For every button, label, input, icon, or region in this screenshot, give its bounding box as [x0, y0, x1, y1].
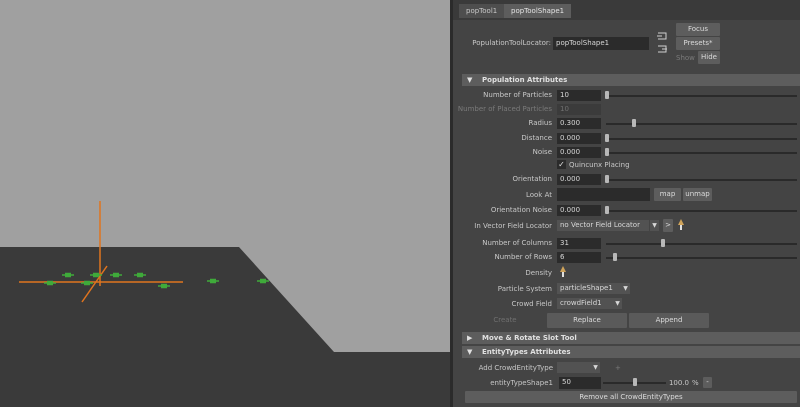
num-columns-slider[interactable] [606, 243, 797, 245]
orientation-noise-slider[interactable] [606, 210, 797, 212]
add-entity-type-dropdown[interactable] [557, 362, 591, 373]
look-at-label: Look At [525, 191, 552, 199]
vector-field-dropdown[interactable]: no Vector Field Locator [557, 220, 649, 231]
attribute-editor: popTool1 popToolShape1 PopulationToolLoc… [453, 0, 800, 407]
noise-slider[interactable] [606, 152, 797, 154]
map-button[interactable]: map [654, 188, 681, 201]
look-at-field[interactable] [557, 188, 650, 201]
append-button[interactable]: Append [629, 313, 709, 328]
remove-all-entity-types-button[interactable]: Remove all CrowdEntityTypes [465, 391, 797, 403]
replace-button[interactable]: Replace [547, 313, 627, 328]
orientation-handle[interactable] [605, 175, 609, 183]
section-title: Population Attributes [482, 76, 568, 84]
num-particles-field[interactable]: 10 [557, 90, 601, 101]
section-title: EntityTypes Attributes [482, 348, 571, 356]
locator-name-field[interactable]: popToolShape1 [553, 37, 649, 50]
entity-type-shape-field[interactable]: 50 [559, 377, 601, 389]
collapse-triangle-icon: ▼ [467, 348, 473, 356]
quincunx-label: Quincunx Placing [569, 161, 630, 169]
add-entity-type-plus[interactable]: + [615, 364, 621, 372]
orientation-field[interactable]: 0.000 [557, 174, 601, 185]
arrow-out-icon[interactable] [657, 45, 667, 53]
ground-plane [0, 247, 450, 407]
particle-system-dropdown[interactable]: particleShape1 [557, 283, 621, 294]
num-rows-field[interactable]: 6 [557, 252, 601, 263]
orientation-label: Orientation [512, 175, 552, 183]
chevron-down-icon[interactable]: ▼ [591, 362, 600, 373]
num-columns-field[interactable]: 31 [557, 238, 601, 249]
num-placed-field: 10 [557, 104, 601, 115]
chevron-down-icon[interactable]: ▼ [613, 298, 622, 309]
distance-slider[interactable] [606, 138, 797, 140]
focus-button[interactable]: Focus [676, 23, 720, 36]
crowd-field-label: Crowd Field [511, 300, 552, 308]
orientation-slider[interactable] [606, 179, 797, 181]
locator-label: PopulationToolLocator: [472, 39, 551, 47]
tab-poptoolshape1[interactable]: popToolShape1 [504, 4, 572, 18]
distance-label: Distance [521, 134, 552, 142]
quincunx-checkbox[interactable]: ✓ [557, 160, 566, 169]
hide-button[interactable]: Hide [698, 51, 720, 64]
section-move-rotate[interactable]: ▶ Move & Rotate Slot Tool [462, 332, 800, 344]
viewport-3d[interactable] [0, 0, 450, 407]
noise-label: Noise [532, 148, 552, 156]
num-rows-label: Number of Rows [494, 253, 552, 261]
chevron-down-icon[interactable]: ▼ [650, 220, 659, 231]
arrow-in-icon[interactable] [657, 32, 667, 40]
create-button: Create [465, 314, 545, 327]
remove-entity-type-button[interactable]: - [703, 377, 712, 388]
vector-field-label: In Vector Field Locator [474, 222, 552, 230]
collapse-triangle-icon: ▼ [467, 76, 473, 84]
num-particles-slider[interactable] [606, 95, 797, 97]
expand-triangle-icon: ▶ [467, 334, 473, 342]
crowd-field-dropdown[interactable]: crowdField1 [557, 298, 613, 309]
presets-button[interactable]: Presets* [676, 37, 720, 50]
add-entity-type-label: Add CrowdEntityType [478, 364, 553, 372]
tab-bar: popTool1 popToolShape1 [453, 0, 800, 20]
particle-system-label: Particle System [497, 285, 552, 293]
num-columns-handle[interactable] [661, 239, 665, 247]
num-rows-slider[interactable] [606, 257, 797, 259]
show-button[interactable]: Show [676, 54, 696, 62]
radius-handle[interactable] [632, 119, 636, 127]
section-title: Move & Rotate Slot Tool [482, 334, 577, 342]
section-entity-types[interactable]: ▼ EntityTypes Attributes [462, 346, 800, 358]
chevron-down-icon[interactable]: ▼ [621, 283, 630, 294]
entity-type-shape-label: entityTypeShape1 [490, 379, 553, 387]
vector-field-more-button[interactable]: > [663, 219, 673, 232]
distance-field[interactable]: 0.000 [557, 133, 601, 144]
radius-label: Radius [528, 119, 552, 127]
num-particles-label: Number of Particles [483, 91, 552, 99]
entity-type-percent-value: 100.0 [668, 379, 689, 387]
num-particles-handle[interactable] [605, 91, 609, 99]
distance-handle[interactable] [605, 134, 609, 142]
num-placed-label: Number of Placed Particles [457, 105, 552, 113]
entity-type-percent-unit: % [692, 379, 699, 387]
unmap-button[interactable]: unmap [683, 188, 712, 201]
num-columns-label: Number of Columns [482, 239, 552, 247]
orientation-noise-label: Orientation Noise [490, 206, 552, 214]
noise-field[interactable]: 0.000 [557, 147, 601, 158]
radius-field[interactable]: 0.300 [557, 118, 601, 129]
paint-brush-icon[interactable] [676, 219, 686, 231]
orientation-noise-field[interactable]: 0.000 [557, 205, 601, 216]
paint-brush-icon[interactable] [558, 266, 568, 278]
orientation-noise-handle[interactable] [605, 206, 609, 214]
viewport-scene [0, 201, 450, 407]
noise-handle[interactable] [605, 148, 609, 156]
section-population-attributes[interactable]: ▼ Population Attributes [462, 74, 800, 86]
density-label: Density [525, 269, 552, 277]
entity-type-shape-handle[interactable] [633, 378, 637, 386]
num-rows-handle[interactable] [613, 253, 617, 261]
tab-poptool1[interactable]: popTool1 [459, 4, 505, 18]
